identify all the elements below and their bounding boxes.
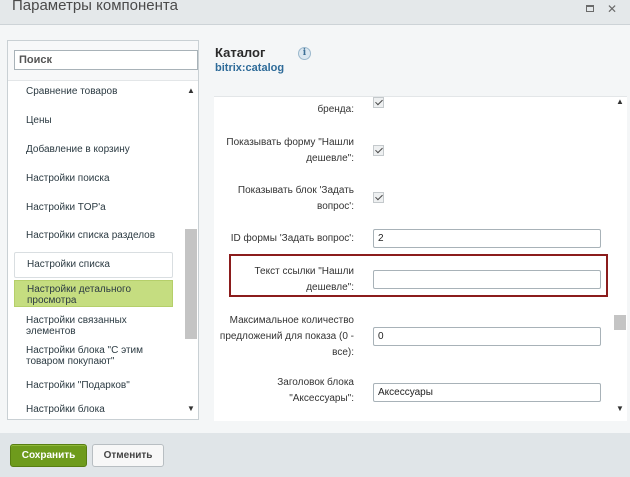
dialog-title: Параметры компонента: [12, 0, 178, 14]
title-bar: Параметры компонента ✕: [0, 0, 630, 24]
sidebar-item-search-settings[interactable]: Настройки поиска: [14, 173, 173, 184]
brand-label: бренда:: [317, 104, 354, 115]
sidebar-item-bought-together[interactable]: Настройки блока "С этим товаром покупают…: [14, 345, 173, 367]
dialog-content: Сравнение товаров Цены Добавление в корз…: [0, 24, 630, 433]
cheaper-link-text-input[interactable]: [373, 270, 601, 289]
sidebar-item-compare[interactable]: Сравнение товаров: [14, 86, 173, 97]
sidebar-item-top-settings[interactable]: Настройки TOP'а: [14, 202, 173, 213]
scroll-up-arrow-icon[interactable]: ▲: [613, 97, 627, 107]
sidebar-item-add-to-cart[interactable]: Добавление в корзину: [14, 144, 173, 155]
info-icon[interactable]: i: [298, 47, 311, 60]
scroll-down-arrow-icon[interactable]: ▼: [184, 404, 198, 414]
maximize-icon[interactable]: [583, 2, 597, 16]
show-ask-block-checkbox[interactable]: [373, 192, 384, 203]
sidebar-item-block[interactable]: Настройки блока: [14, 404, 173, 415]
save-button[interactable]: Сохранить: [10, 444, 87, 467]
sections-sidebar: Сравнение товаров Цены Добавление в корз…: [7, 40, 199, 420]
brand-checkbox[interactable]: [373, 97, 384, 108]
sidebar-item-prices[interactable]: Цены: [14, 115, 173, 126]
sidebar-item-gifts[interactable]: Настройки "Подарков": [14, 380, 173, 391]
search-input[interactable]: [14, 50, 198, 70]
show-cheaper-form-label: Показывать форму "Нашли дешевле":: [226, 137, 354, 164]
scroll-down-arrow-icon[interactable]: ▼: [613, 404, 627, 414]
sidebar-scroll-thumb[interactable]: [185, 229, 197, 339]
ask-form-id-input[interactable]: [373, 229, 601, 248]
cancel-button[interactable]: Отменить: [92, 444, 164, 467]
show-cheaper-form-checkbox[interactable]: [373, 145, 384, 156]
sidebar-list: Сравнение товаров Цены Добавление в корз…: [8, 86, 184, 421]
sidebar-item-related[interactable]: Настройки связанных элементов: [14, 315, 173, 337]
component-title: Каталог: [215, 45, 266, 60]
show-ask-block-label: Показывать блок 'Задать вопрос':: [237, 185, 354, 212]
search-area: [8, 41, 198, 81]
accessories-title-input[interactable]: [373, 383, 601, 402]
scroll-up-arrow-icon[interactable]: ▲: [184, 86, 198, 96]
sidebar-scrollbar[interactable]: ▲ ▼: [184, 86, 198, 421]
close-icon[interactable]: ✕: [605, 2, 619, 16]
parameters-scrollbar[interactable]: ▲ ▼: [613, 97, 627, 421]
dialog-footer: Сохранить Отменить: [0, 433, 630, 477]
max-offers-label: Максимальное количество предложений для …: [219, 315, 354, 358]
sidebar-item-list-settings[interactable]: Настройки списка: [14, 252, 173, 278]
parameters-panel: бренда: Показывать форму "Нашли дешевле"…: [214, 96, 627, 421]
accessories-title-label: Заголовок блока "Аксессуары":: [277, 377, 354, 404]
component-code: bitrix:catalog: [215, 62, 285, 74]
max-offers-input[interactable]: [373, 327, 601, 346]
parameters-scroll-thumb[interactable]: [614, 315, 626, 330]
sidebar-item-detail-view[interactable]: Настройки детального просмотра: [14, 280, 173, 307]
sidebar-item-section-list[interactable]: Настройки списка разделов: [14, 230, 173, 241]
ask-form-id-label: ID формы 'Задать вопрос':: [230, 233, 354, 244]
cheaper-link-text-label: Текст ссылки "Нашли дешевле":: [254, 266, 355, 293]
